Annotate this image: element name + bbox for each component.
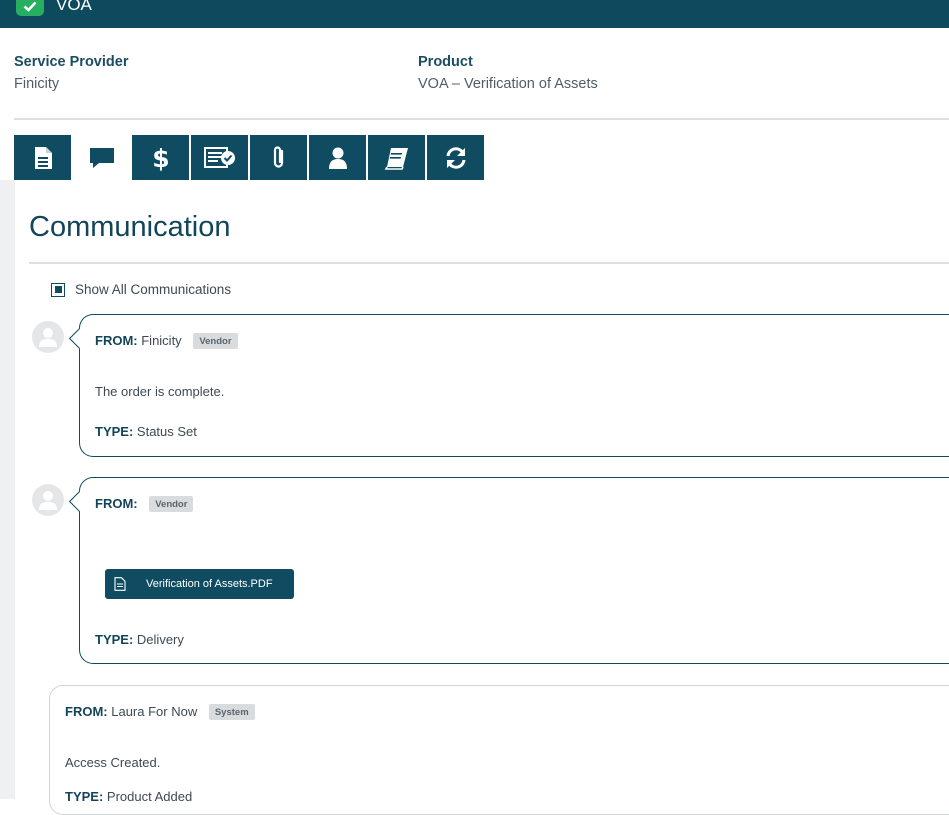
svg-text:$: $: [152, 144, 169, 172]
page-title: Communication: [29, 211, 231, 243]
from-name: Laura For Now: [111, 704, 198, 719]
from-label: FROM:: [95, 333, 138, 348]
type-value: Product Added: [106, 789, 193, 804]
user-icon: [328, 147, 347, 169]
provider-label: Service Provider: [14, 54, 129, 70]
type-label: TYPE:: [95, 632, 134, 647]
from-name: Finicity: [141, 333, 182, 348]
message-type: TYPE: Status Set: [95, 424, 197, 439]
show-all-label: Show All Communications: [75, 282, 232, 297]
refresh-icon: [446, 146, 465, 169]
info-divider: [14, 118, 949, 120]
sender-badge: System: [208, 704, 255, 720]
provider-value: Finicity: [14, 76, 60, 92]
message-type: TYPE: Delivery: [95, 632, 184, 647]
product-value: VOA – Verification of Assets: [418, 76, 598, 92]
from-label: FROM:: [65, 704, 108, 719]
comment-icon: [89, 147, 114, 168]
message-text: Access Created.: [65, 755, 161, 770]
document-icon: [34, 146, 52, 169]
type-label: TYPE:: [95, 424, 134, 439]
tab-refresh[interactable]: [427, 135, 484, 180]
dollar-icon: $: [152, 144, 169, 172]
tab-details[interactable]: [14, 135, 71, 180]
title-divider: [29, 262, 949, 264]
show-all-communications-toggle[interactable]: Show All Communications: [51, 282, 231, 297]
type-value: Delivery: [136, 632, 184, 647]
attachment-button[interactable]: Verification of Assets.PDF: [105, 569, 294, 599]
tab-contacts[interactable]: [309, 135, 366, 180]
from-label: FROM:: [95, 496, 138, 511]
attachment-filename: Verification of Assets.PDF: [146, 578, 273, 590]
show-all-checkbox[interactable]: [51, 282, 65, 297]
file-icon: [114, 577, 126, 591]
sender-badge: Vendor: [149, 496, 194, 512]
user-avatar-icon: [39, 491, 57, 510]
check-icon: [16, 0, 44, 16]
type-label: TYPE:: [65, 789, 104, 804]
header-title: VOA: [56, 0, 92, 14]
tab-fees[interactable]: $: [132, 135, 189, 180]
message-from: FROM: Laura For Now System: [65, 704, 255, 720]
message-text: The order is complete.: [95, 384, 225, 399]
app-header: VOA: [0, 0, 949, 28]
sender-badge: Vendor: [193, 333, 238, 349]
checklist-icon: [203, 146, 235, 168]
message-type: TYPE: Product Added: [65, 789, 192, 804]
tab-communication[interactable]: [73, 135, 130, 180]
tab-log[interactable]: [368, 135, 425, 180]
message-from: FROM: Finicity Vendor: [95, 333, 238, 349]
user-avatar-icon: [39, 328, 57, 347]
avatar: [32, 321, 64, 353]
book-icon: [384, 147, 408, 170]
product-label: Product: [418, 54, 473, 70]
avatar: [32, 484, 64, 516]
tab-conditions[interactable]: [191, 135, 248, 180]
message-from: FROM: Vendor: [95, 496, 194, 512]
paperclip-icon: [273, 145, 283, 168]
panel-gutter: [0, 180, 14, 799]
type-value: Status Set: [136, 424, 197, 439]
tab-attachments[interactable]: [250, 135, 307, 180]
